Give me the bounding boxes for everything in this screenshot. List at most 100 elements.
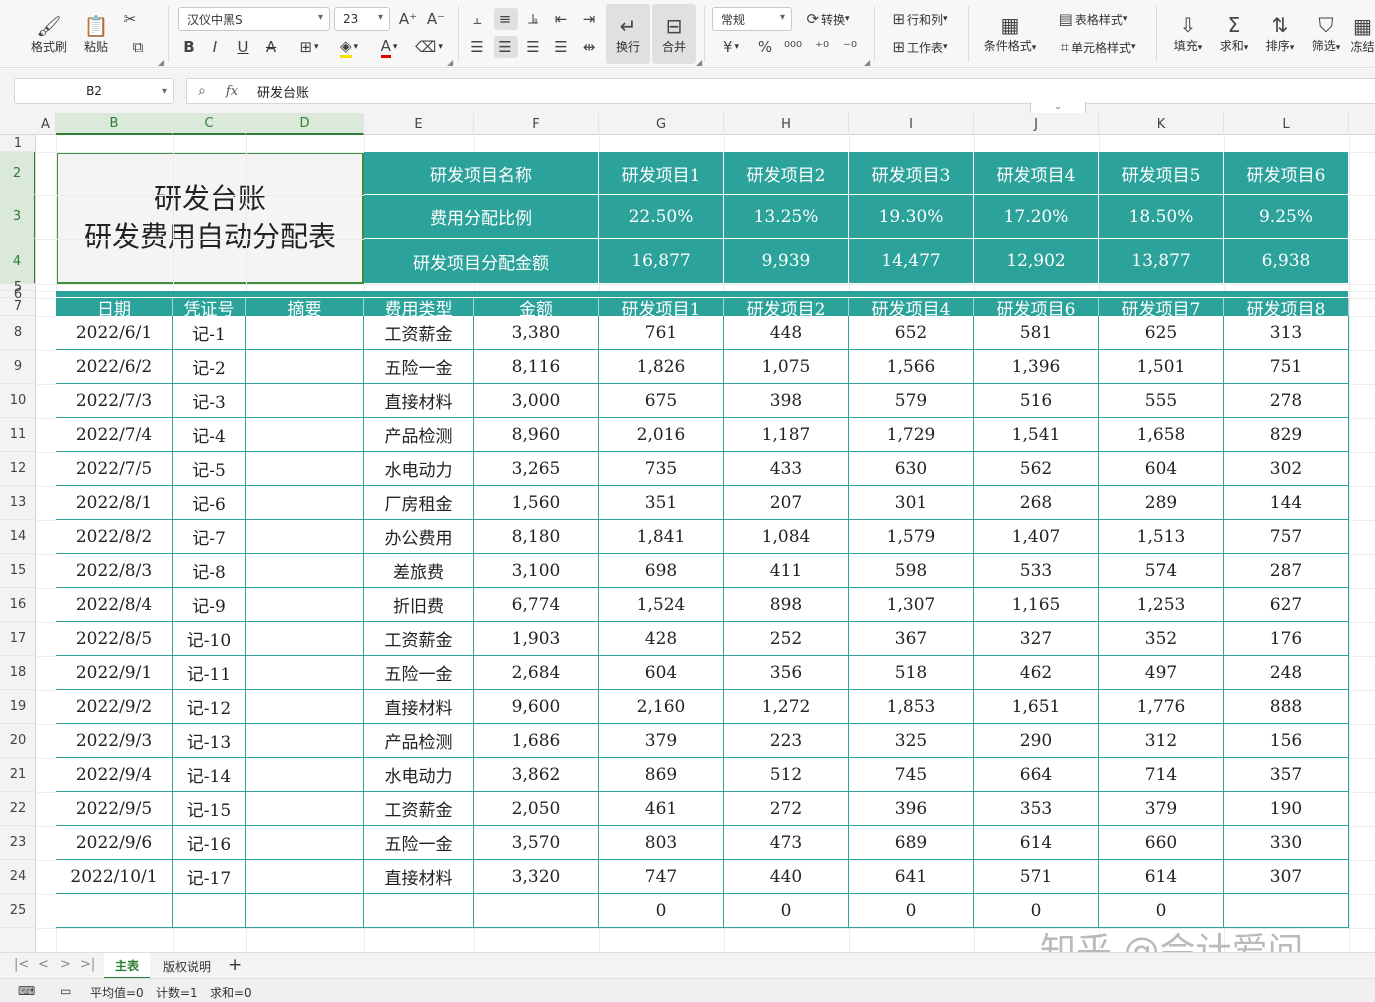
table-cell[interactable]: 433 — [724, 452, 849, 486]
table-cell[interactable] — [246, 622, 364, 656]
freeze-button[interactable]: ▦ 冻结 — [1350, 4, 1375, 64]
table-cell[interactable]: 1,165 — [974, 588, 1099, 622]
ledger-header[interactable]: 研发项目2 — [724, 298, 849, 316]
ledger-header[interactable]: 研发项目7 — [1099, 298, 1224, 316]
row-header-6[interactable]: 6 — [0, 287, 35, 302]
summary-cell[interactable]: 研发项目3 — [849, 152, 974, 195]
table-cell[interactable]: 2022/10/1 — [56, 860, 173, 894]
fill-color-button[interactable]: ◈ ▾ — [332, 36, 366, 58]
summary-cell[interactable]: 14,477 — [849, 239, 974, 284]
align-middle-button[interactable]: ≡ — [494, 8, 518, 30]
mode-icon[interactable]: ▭ — [60, 984, 71, 998]
table-cell[interactable]: 1,686 — [474, 724, 599, 758]
table-cell[interactable]: 367 — [849, 622, 974, 656]
italic-button[interactable]: I — [206, 36, 226, 58]
table-cell[interactable] — [364, 894, 474, 928]
align-bottom-button[interactable]: ⫡ — [522, 8, 546, 30]
table-cell[interactable]: 290 — [974, 724, 1099, 758]
table-cell[interactable]: 516 — [974, 384, 1099, 418]
table-cell[interactable]: 记-11 — [173, 656, 246, 690]
table-cell[interactable]: 记-6 — [173, 486, 246, 520]
table-cell[interactable]: 记-8 — [173, 554, 246, 588]
table-cell[interactable]: 2022/9/1 — [56, 656, 173, 690]
table-cell[interactable] — [246, 452, 364, 486]
table-cell[interactable] — [173, 894, 246, 928]
table-cell[interactable]: 352 — [1099, 622, 1224, 656]
justify-button[interactable]: ☰ — [550, 36, 574, 58]
table-cell[interactable]: 产品检测 — [364, 418, 474, 452]
table-cell[interactable]: 1,658 — [1099, 418, 1224, 452]
table-cell[interactable]: 428 — [599, 622, 724, 656]
table-cell[interactable]: 757 — [1224, 520, 1349, 554]
row-header-21[interactable]: 21 — [0, 758, 35, 792]
increase-font-button[interactable]: A⁺ — [398, 8, 420, 30]
table-cell[interactable]: 2022/9/3 — [56, 724, 173, 758]
sheet-grid[interactable]: 研发台账 研发费用自动分配表 研发项目名称 研发项目1 研发项目2 研发项目3 研发项目… — [37, 136, 1375, 952]
summary-cell[interactable]: 研发项目1 — [599, 152, 724, 195]
row-header-7[interactable]: 7 — [0, 298, 35, 316]
table-cell[interactable]: 223 — [724, 724, 849, 758]
table-cell[interactable] — [246, 418, 364, 452]
table-cell[interactable]: 记-7 — [173, 520, 246, 554]
table-cell[interactable]: 1,566 — [849, 350, 974, 384]
table-cell[interactable]: 641 — [849, 860, 974, 894]
table-cell[interactable]: 630 — [849, 452, 974, 486]
table-cell[interactable]: 3,570 — [474, 826, 599, 860]
thousands-button[interactable]: ⁰⁰⁰ — [782, 36, 806, 58]
summary-cell[interactable]: 22.50% — [599, 195, 724, 239]
summary-cell[interactable]: 9,939 — [724, 239, 849, 284]
table-cell[interactable]: 2022/8/5 — [56, 622, 173, 656]
table-cell[interactable]: 厂房租金 — [364, 486, 474, 520]
table-cell[interactable]: 714 — [1099, 758, 1224, 792]
distribute-button[interactable]: ⇹ — [578, 36, 602, 58]
column-header-e[interactable]: E — [364, 113, 474, 135]
table-cell[interactable]: 1,253 — [1099, 588, 1224, 622]
table-cell[interactable]: 301 — [849, 486, 974, 520]
table-cell[interactable]: 761 — [599, 316, 724, 350]
column-header-l[interactable]: L — [1224, 113, 1349, 135]
ledger-header[interactable]: 研发项目6 — [974, 298, 1099, 316]
column-header-g[interactable]: G — [599, 113, 724, 135]
cut-button[interactable]: ✂ — [118, 8, 144, 30]
table-cell[interactable]: 记-1 — [173, 316, 246, 350]
table-cell[interactable]: 直接材料 — [364, 690, 474, 724]
table-cell[interactable]: 3,000 — [474, 384, 599, 418]
summary-cell[interactable]: 研发项目4 — [974, 152, 1099, 195]
wrap-text-button[interactable]: ↵ 换行 — [606, 4, 650, 64]
row-header-11[interactable]: 11 — [0, 418, 35, 452]
table-cell[interactable]: 1,729 — [849, 418, 974, 452]
table-cell[interactable]: 144 — [1224, 486, 1349, 520]
table-cell[interactable]: 工资薪金 — [364, 316, 474, 350]
table-cell[interactable]: 1,651 — [974, 690, 1099, 724]
table-cell[interactable] — [246, 724, 364, 758]
table-cell[interactable] — [56, 894, 173, 928]
table-cell[interactable]: 325 — [849, 724, 974, 758]
table-cell[interactable]: 五险一金 — [364, 826, 474, 860]
table-cell[interactable]: 312 — [1099, 724, 1224, 758]
table-cell[interactable]: 1,853 — [849, 690, 974, 724]
table-cell[interactable]: 898 — [724, 588, 849, 622]
ledger-header[interactable]: 费用类型 — [364, 298, 474, 316]
name-box[interactable]: B2 ▾ — [14, 78, 174, 104]
table-cell[interactable] — [246, 690, 364, 724]
summary-cell[interactable]: 12,902 — [974, 239, 1099, 284]
ledger-band[interactable] — [56, 291, 1349, 298]
table-cell[interactable]: 473 — [724, 826, 849, 860]
ledger-header[interactable]: 金额 — [474, 298, 599, 316]
table-cell[interactable]: 6,774 — [474, 588, 599, 622]
table-cell[interactable]: 1,541 — [974, 418, 1099, 452]
row-header-2[interactable]: 2 — [0, 152, 35, 195]
table-cell[interactable]: 440 — [724, 860, 849, 894]
table-cell[interactable]: 664 — [974, 758, 1099, 792]
summary-cell[interactable]: 9.25% — [1224, 195, 1349, 239]
row-header-3[interactable]: 3 — [0, 195, 35, 239]
table-cell[interactable]: 533 — [974, 554, 1099, 588]
table-cell[interactable]: 3,380 — [474, 316, 599, 350]
table-cell[interactable]: 330 — [1224, 826, 1349, 860]
table-cell[interactable]: 562 — [974, 452, 1099, 486]
table-cell[interactable]: 278 — [1224, 384, 1349, 418]
table-cell[interactable]: 折旧费 — [364, 588, 474, 622]
table-cell[interactable]: 3,320 — [474, 860, 599, 894]
table-cell[interactable]: 1,501 — [1099, 350, 1224, 384]
table-cell[interactable]: 735 — [599, 452, 724, 486]
